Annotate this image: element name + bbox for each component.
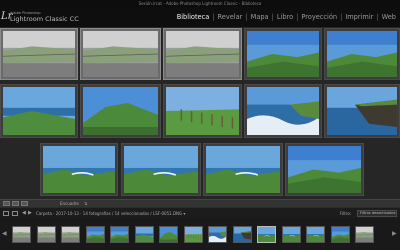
brand-large-text: Lightroom Classic CC (10, 15, 79, 23)
grid-cell[interactable] (40, 143, 118, 196)
filter-select[interactable]: Filtros desactivados (357, 210, 397, 217)
compare-view-button[interactable] (21, 201, 28, 206)
filmstrip-thumbnail[interactable] (330, 226, 350, 243)
photo-thumbnail (247, 87, 319, 135)
filmstrip-photo (13, 227, 30, 242)
grid-icon[interactable] (12, 211, 18, 216)
grid-cell[interactable] (324, 84, 400, 138)
filmstrip-photo (86, 227, 104, 242)
filmstrip-photo (160, 227, 177, 242)
filmstrip-thumbnail[interactable] (36, 226, 56, 243)
module-separator: | (376, 13, 379, 21)
module-picker: Biblioteca | Revelar | Mapa | Libro | Proyección… (177, 13, 396, 22)
back-arrow-icon[interactable]: ◀ (22, 210, 26, 217)
module-separator: | (340, 13, 343, 21)
filmstrip-photo (307, 227, 324, 242)
photo-thumbnail (3, 31, 75, 77)
filmstrip-photo (233, 227, 251, 242)
grid-view-button[interactable] (3, 201, 10, 206)
filmstrip-photo (135, 227, 153, 242)
grid-cell[interactable] (285, 143, 364, 196)
filmstrip-thumbnail[interactable] (306, 226, 325, 243)
filmstrip-photo (37, 227, 55, 242)
module-revelar[interactable]: Revelar (218, 13, 243, 22)
grid-cell[interactable] (324, 28, 400, 80)
filmstrip-scroll-right-icon[interactable]: ▶ (392, 230, 397, 237)
grid-cell[interactable] (80, 28, 161, 80)
grid-cell[interactable] (244, 84, 322, 138)
window-title: Sesión.lrcat - Adobe Photoshop Lightroom… (138, 1, 262, 6)
filmstrip-photo (282, 227, 300, 242)
filmstrip-thumbnail[interactable] (281, 226, 301, 243)
photo-thumbnail (327, 31, 397, 77)
grid-cell[interactable] (80, 84, 161, 138)
filmstrip-thumbnail[interactable] (110, 226, 129, 243)
library-grid: ✕ (0, 28, 400, 222)
filmstrip-thumbnail[interactable] (134, 226, 154, 243)
photo-thumbnail (206, 146, 280, 193)
photo-thumbnail (124, 146, 198, 193)
module-separator: | (245, 13, 248, 21)
module-separator: | (296, 13, 299, 21)
filmstrip-thumbnail[interactable] (208, 226, 227, 243)
module-separator: | (271, 13, 274, 21)
loupe-view-button[interactable] (12, 201, 19, 206)
filmstrip-scroll-left-icon[interactable]: ◀ (2, 230, 7, 237)
library-toolbar: Encuadre ⇅ (0, 199, 400, 207)
grid-cell[interactable] (244, 28, 322, 80)
filmstrip-thumbnail[interactable] (232, 226, 252, 243)
filmstrip-photo (258, 227, 275, 242)
filmstrip-photo (356, 227, 373, 242)
grid-cell[interactable] (0, 28, 78, 80)
grid-cell[interactable] (163, 84, 242, 138)
photo-thumbnail (166, 87, 239, 135)
identity-plate: Adobe Photoshop Lightroom Classic CC (10, 11, 79, 23)
filmstrip-photo (62, 227, 79, 242)
filmstrip: ◀ ▶ (0, 218, 400, 250)
grid-cell[interactable] (203, 143, 283, 196)
photo-thumbnail (83, 87, 158, 135)
monitor-icon[interactable] (3, 211, 9, 216)
photo-thumbnail (288, 146, 361, 193)
filmstrip-photo (209, 227, 226, 242)
grid-cell[interactable] (121, 143, 201, 196)
filter-label: Filtro: (340, 211, 352, 216)
photo-thumbnail (247, 31, 319, 77)
module-separator: | (212, 13, 215, 21)
identity-bar: Lr Adobe Photoshop Lightroom Classic CC … (0, 7, 400, 28)
photo-thumbnail (3, 87, 75, 135)
window-title-bar: Sesión.lrcat - Adobe Photoshop Lightroom… (0, 0, 400, 7)
module-mapa[interactable]: Mapa (251, 13, 269, 22)
photo-thumbnail (83, 31, 158, 77)
module-libro[interactable]: Libro (277, 13, 293, 22)
grid-cell[interactable] (163, 28, 242, 80)
module-proyeccion[interactable]: Proyección (301, 13, 337, 22)
filmstrip-header: ◀ ▶ Carpeta · 2017-10-13 · 14 fotografía… (0, 207, 400, 218)
photo-thumbnail (166, 31, 239, 77)
filmstrip-thumbnail[interactable] (12, 226, 31, 243)
filmstrip-photo (111, 227, 128, 242)
filmstrip-thumbnail[interactable] (355, 226, 374, 243)
filmstrip-thumbnail[interactable] (257, 226, 276, 243)
filmstrip-source-path[interactable]: Carpeta · 2017-10-13 · 14 fotografías / … (36, 210, 185, 217)
filmstrip-photo (184, 227, 202, 242)
module-imprimir[interactable]: Imprimir (345, 13, 373, 22)
filmstrip-photo (331, 227, 349, 242)
filmstrip-thumbnail[interactable] (85, 226, 105, 243)
module-web[interactable]: Web (382, 13, 396, 22)
filmstrip-thumbnail[interactable] (183, 226, 203, 243)
module-biblioteca[interactable]: Biblioteca (177, 13, 210, 22)
photo-thumbnail (43, 146, 115, 193)
filmstrip-thumbnail[interactable] (159, 226, 178, 243)
photo-thumbnail (327, 87, 397, 135)
grid-cell[interactable] (0, 84, 78, 138)
filmstrip-thumbnail[interactable] (61, 226, 80, 243)
forward-arrow-icon[interactable]: ▶ (28, 210, 32, 217)
